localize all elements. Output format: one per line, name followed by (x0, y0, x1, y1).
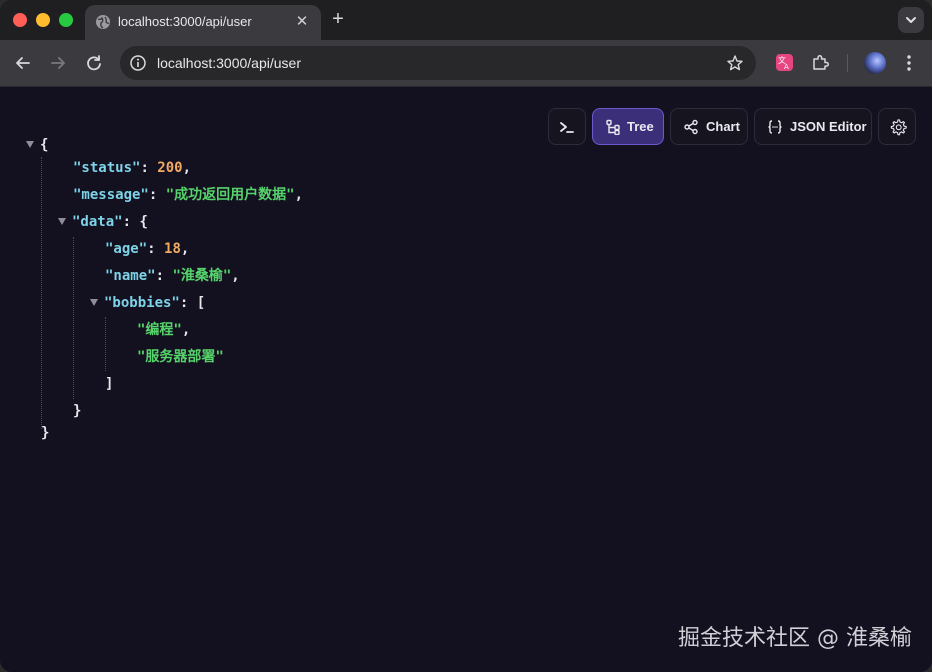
json-key: "message" (73, 187, 149, 203)
info-icon[interactable] (129, 54, 147, 72)
json-array-item: "服务器部署" (137, 347, 224, 367)
json-editor-button[interactable]: JSON Editor (754, 108, 872, 145)
collapse-arrow-icon[interactable] (90, 299, 98, 306)
close-tab-icon[interactable]: ✕ (293, 13, 311, 31)
star-icon[interactable] (726, 54, 744, 72)
tree-icon (606, 119, 620, 135)
data-close: } (73, 401, 81, 421)
json-string: "淮桑榆" (172, 268, 232, 284)
settings-button[interactable] (878, 108, 916, 145)
brace: } (41, 425, 50, 441)
arrow-right-icon[interactable] (47, 52, 69, 74)
tree-label: Tree (627, 119, 654, 134)
terminal-button[interactable] (548, 108, 586, 145)
indent-guide-bobbies (105, 317, 106, 371)
json-key: "age" (105, 241, 148, 257)
arrow-left-icon[interactable] (12, 52, 34, 74)
root-object-open[interactable]: { (26, 135, 48, 155)
json-entry-message: "message": "成功返回用户数据", (73, 187, 304, 203)
indent-guide-data (73, 237, 74, 399)
chevron-down-icon (906, 17, 916, 23)
toolbar-separator (847, 54, 848, 72)
braces-icon (768, 120, 782, 134)
brace: { (40, 137, 49, 153)
json-editor-label: JSON Editor (790, 119, 867, 134)
json-viewer: Tree Chart JSON Editor {"status": 200, … (0, 87, 932, 672)
json-array-item: "编程", (137, 322, 191, 338)
json-entry-name: "name": "淮桑榆", (105, 268, 240, 284)
json-entry-data[interactable]: "data": { (58, 212, 148, 232)
chart-view-button[interactable]: Chart (670, 108, 748, 145)
kebab-menu-icon[interactable] (901, 52, 917, 74)
tab-strip: localhost:3000/api/user ✕ + (0, 0, 932, 40)
browser-tab[interactable]: localhost:3000/api/user ✕ (85, 5, 321, 40)
json-entry-bobbies[interactable]: "bobbies": [ (90, 293, 205, 313)
json-key: "bobbies" (104, 295, 180, 311)
json-entry-age: "age": 18, (105, 241, 190, 257)
profile-avatar[interactable] (864, 52, 886, 74)
tab-search-button[interactable] (898, 7, 924, 33)
chart-graph-icon (684, 119, 698, 135)
maximize-window-button[interactable] (59, 13, 73, 27)
url-text[interactable]: localhost:3000/api/user (157, 55, 301, 71)
puzzle-icon[interactable] (811, 53, 830, 72)
json-entry-status: "status": 200, (73, 160, 192, 176)
chart-label: Chart (706, 119, 740, 134)
bracket: [ (196, 295, 206, 311)
indent-guide-root (41, 157, 42, 429)
svg-text:A: A (784, 63, 789, 71)
globe-icon (96, 15, 110, 29)
gear-icon (890, 119, 907, 136)
tree-view-button[interactable]: Tree (592, 108, 664, 145)
json-string: "服务器部署" (137, 349, 224, 365)
browser-window: localhost:3000/api/user ✕ + localhost:30… (0, 0, 932, 672)
address-bar[interactable]: localhost:3000/api/user (120, 46, 756, 80)
watermark: 掘金技术社区 @ 淮桑榆 (678, 626, 912, 651)
bobbies-close: ] (105, 374, 113, 394)
tab-title: localhost:3000/api/user (118, 14, 252, 29)
json-number: 18 (164, 241, 181, 257)
terminal-icon (560, 122, 574, 133)
json-string: "成功返回用户数据" (165, 187, 295, 203)
collapse-arrow-icon[interactable] (58, 218, 66, 225)
browser-toolbar: localhost:3000/api/user 文 A (0, 40, 932, 87)
json-number: 200 (157, 160, 183, 176)
json-key: "data" (72, 214, 123, 230)
collapse-arrow-icon[interactable] (26, 141, 34, 148)
translate-icon[interactable]: 文 A (776, 54, 793, 71)
json-key: "name" (105, 268, 156, 284)
new-tab-button[interactable]: + (328, 9, 348, 29)
json-key: "status" (73, 160, 141, 176)
reload-icon[interactable] (83, 52, 105, 74)
root-object-close: } (41, 423, 49, 443)
translate-glyph-icon: 文 A (778, 55, 789, 71)
bracket: ] (105, 376, 114, 392)
close-window-button[interactable] (13, 13, 27, 27)
minimize-window-button[interactable] (36, 13, 50, 27)
json-string: "编程" (137, 322, 182, 338)
brace: } (73, 403, 82, 419)
brace: { (139, 214, 148, 230)
